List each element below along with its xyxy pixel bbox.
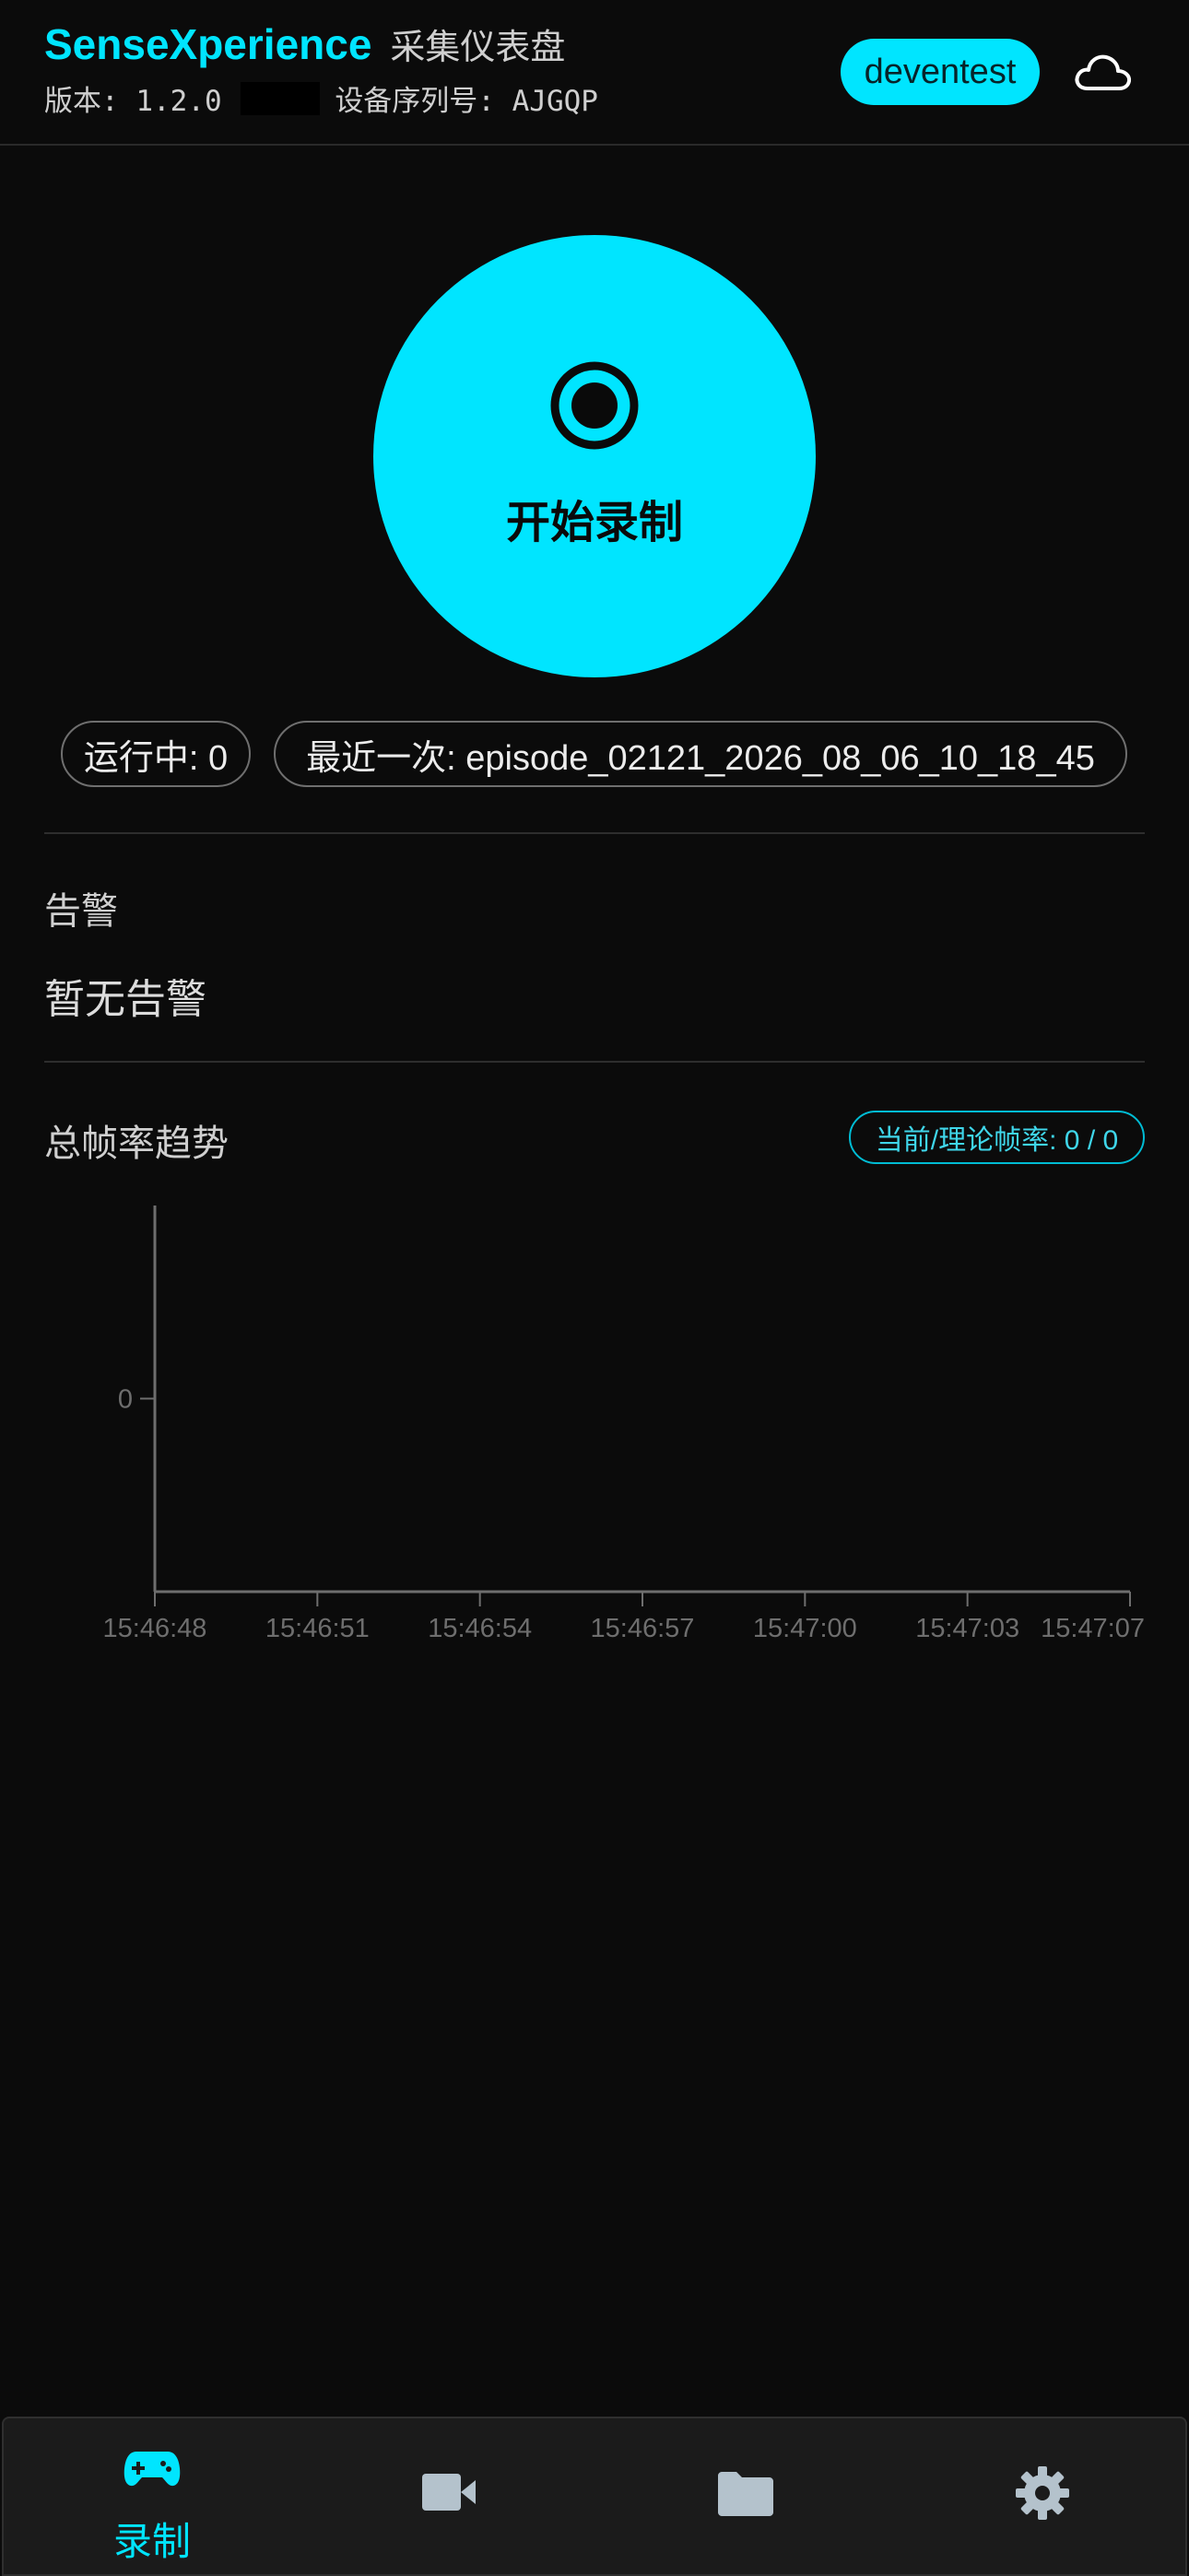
start-recording-button[interactable]: 开始录制	[373, 235, 816, 677]
y-tick-label: 0	[118, 1385, 133, 1415]
alerts-empty-text: 暂无告警	[44, 977, 206, 1022]
divider	[44, 1061, 1145, 1063]
running-count-chip: 运行中: 0	[61, 721, 251, 787]
x-tick-label: 15:47:00	[753, 1614, 857, 1643]
brand-row: SenseXperience 采集仪表盘	[44, 18, 565, 69]
nav-record-label: 录制	[112, 2520, 191, 2563]
nav-video[interactable]	[300, 2418, 597, 2575]
page-subtitle: 采集仪表盘	[390, 29, 566, 67]
gamepad-icon	[124, 2452, 181, 2487]
nav-files[interactable]	[597, 2418, 894, 2575]
user-badge[interactable]: deventest	[841, 39, 1040, 105]
start-recording-label: 开始录制	[505, 499, 683, 547]
fps-trend-chart: 0 15:46:48 15:46:51 15:46:54 15:46:57 15:47:…	[103, 1206, 1145, 1643]
folder-icon	[718, 2472, 773, 2516]
alerts-title: 告警	[44, 891, 118, 932]
latest-episode-chip: 最近一次: episode_02121_2026_08_06_10_18_45	[274, 721, 1127, 787]
video-camera-icon	[422, 2474, 476, 2511]
gear-icon	[1016, 2466, 1069, 2520]
serial-text: 设备序列号: AJGQP	[335, 85, 598, 118]
x-tick-label: 15:46:57	[591, 1614, 695, 1643]
divider	[44, 832, 1145, 834]
x-tick-label: 15:46:48	[103, 1614, 207, 1643]
x-tick-label: 15:47:07	[1041, 1614, 1145, 1643]
redacted-block: 0000	[240, 81, 321, 115]
cloud-button[interactable]	[1069, 42, 1136, 101]
fps-trend-title: 总帧率趋势	[44, 1123, 229, 1164]
app-header: SenseXperience 采集仪表盘 版本: 1.2.0 0000 设备序列…	[0, 0, 1189, 146]
x-tick-label: 15:47:03	[915, 1614, 1019, 1643]
version-text: 版本: 1.2.0	[44, 85, 222, 118]
device-meta: 版本: 1.2.0 0000 设备序列号: AJGQP	[44, 77, 598, 119]
fps-badge: 当前/理论帧率: 0 / 0	[849, 1111, 1145, 1164]
x-tick-label: 15:46:51	[265, 1614, 370, 1643]
record-icon	[550, 361, 639, 450]
nav-record[interactable]: 录制	[4, 2418, 300, 2575]
x-tick-label: 15:46:54	[428, 1614, 532, 1643]
nav-settings[interactable]	[894, 2418, 1189, 2575]
app-name: SenseXperience	[44, 20, 372, 68]
bottom-nav: 录制	[2, 2417, 1187, 2576]
cloud-icon	[1075, 54, 1132, 90]
